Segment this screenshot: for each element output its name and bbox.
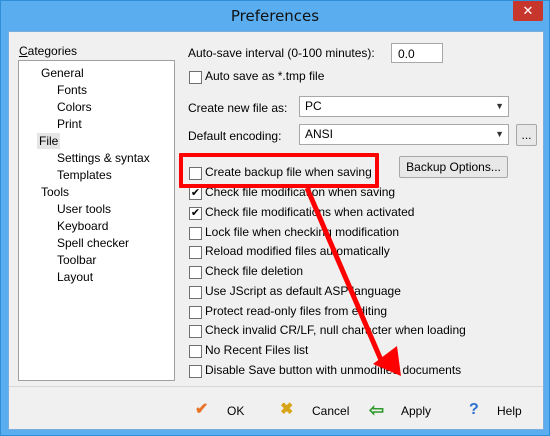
default-encoding-label: Default encoding:: [188, 129, 282, 143]
cancel-x-icon: ✖: [280, 401, 294, 418]
default-encoding-select[interactable]: ANSI ▼: [299, 124, 509, 145]
checkbox-label-3: Check file modifications when activated: [205, 205, 415, 219]
tree-item-keyboard[interactable]: Keyboard: [55, 218, 110, 234]
dialog-client-area: Categories General Fonts Colors Print Fi…: [8, 31, 544, 430]
chevron-down-icon: ▼: [495, 101, 504, 111]
tree-item-colors[interactable]: Colors: [55, 99, 94, 115]
ok-label: OK: [227, 404, 245, 418]
tree-item-toolbar[interactable]: Toolbar: [55, 252, 98, 268]
checkbox-3[interactable]: ✔: [189, 207, 202, 220]
preferences-window: Preferences ✕ Categories General Fonts C…: [0, 0, 550, 436]
checkbox-6[interactable]: [189, 266, 202, 279]
tree-item-user-tools[interactable]: User tools: [55, 201, 113, 217]
tree-item-templates[interactable]: Templates: [55, 167, 114, 183]
categories-label: Categories: [19, 44, 78, 58]
checkbox-5[interactable]: [189, 246, 202, 259]
checkbox-label-10: No Recent Files list: [205, 343, 309, 357]
checkbox-label-5: Reload modified files automatically: [205, 244, 390, 258]
encoding-more-button[interactable]: ...: [516, 124, 537, 146]
checkbox-10[interactable]: [189, 345, 202, 358]
create-new-file-value: PC: [305, 99, 322, 113]
tree-item-file[interactable]: File: [37, 133, 61, 149]
checkbox-7[interactable]: [189, 286, 202, 299]
footer-divider: [9, 386, 543, 387]
title-bar[interactable]: Preferences ✕: [1, 1, 549, 31]
create-new-file-label: Create new file as:: [188, 101, 288, 115]
question-mark-icon: ?: [469, 401, 479, 418]
chevron-down-icon: ▼: [495, 129, 504, 139]
default-encoding-value: ANSI: [305, 127, 334, 141]
checkbox-label-8: Protect read-only files from editing: [205, 304, 388, 318]
tree-item-general[interactable]: General: [39, 65, 86, 81]
checkmark-icon: ✔: [195, 401, 209, 418]
autosave-tmp-label: Auto save as *.tmp file: [205, 69, 325, 83]
annotation-highlight-box: [179, 153, 379, 188]
checkbox-9[interactable]: [189, 325, 202, 338]
categories-tree[interactable]: General Fonts Colors Print File Settings…: [18, 60, 175, 381]
tree-item-layout[interactable]: Layout: [55, 269, 95, 285]
help-button[interactable]: ? Help: [465, 400, 525, 422]
tree-item-tools[interactable]: Tools: [39, 184, 71, 200]
apply-button[interactable]: ⇦ Apply: [369, 400, 439, 422]
apply-label: Apply: [401, 404, 432, 418]
cancel-label: Cancel: [312, 404, 350, 418]
checkbox-11[interactable]: [189, 365, 202, 378]
autosave-interval-input[interactable]: 0.0: [391, 43, 443, 63]
checkbox-8[interactable]: [189, 306, 202, 319]
backup-options-button[interactable]: Backup Options...: [399, 156, 508, 178]
checkbox-label-11: Disable Save button with unmodified docu…: [205, 363, 462, 377]
tree-item-print[interactable]: Print: [55, 116, 84, 132]
tree-item-fonts[interactable]: Fonts: [55, 82, 89, 98]
checkbox-label-6: Check file deletion: [205, 264, 304, 278]
tree-item-spell-checker[interactable]: Spell checker: [55, 235, 131, 251]
checkbox-label-9: Check invalid CR/LF, null character when…: [205, 323, 466, 337]
arrow-left-icon: ⇦: [369, 400, 385, 420]
checkbox-2[interactable]: ✔: [189, 187, 202, 200]
window-title: Preferences: [230, 7, 320, 25]
close-button[interactable]: ✕: [513, 1, 543, 21]
help-label: Help: [497, 404, 522, 418]
cancel-button[interactable]: ✖ Cancel: [280, 400, 350, 422]
tree-item-settings-syntax[interactable]: Settings & syntax: [55, 150, 152, 166]
autosave-tmp-checkbox[interactable]: [189, 71, 202, 84]
checkbox-label-7: Use JScript as default ASP language: [205, 284, 401, 298]
ok-button[interactable]: ✔ OK: [195, 400, 255, 422]
checkbox-4[interactable]: [189, 227, 202, 240]
autosave-interval-label: Auto-save interval (0-100 minutes):: [188, 46, 375, 60]
checkbox-label-4: Lock file when checking modification: [205, 225, 400, 239]
create-new-file-select[interactable]: PC ▼: [299, 96, 509, 117]
